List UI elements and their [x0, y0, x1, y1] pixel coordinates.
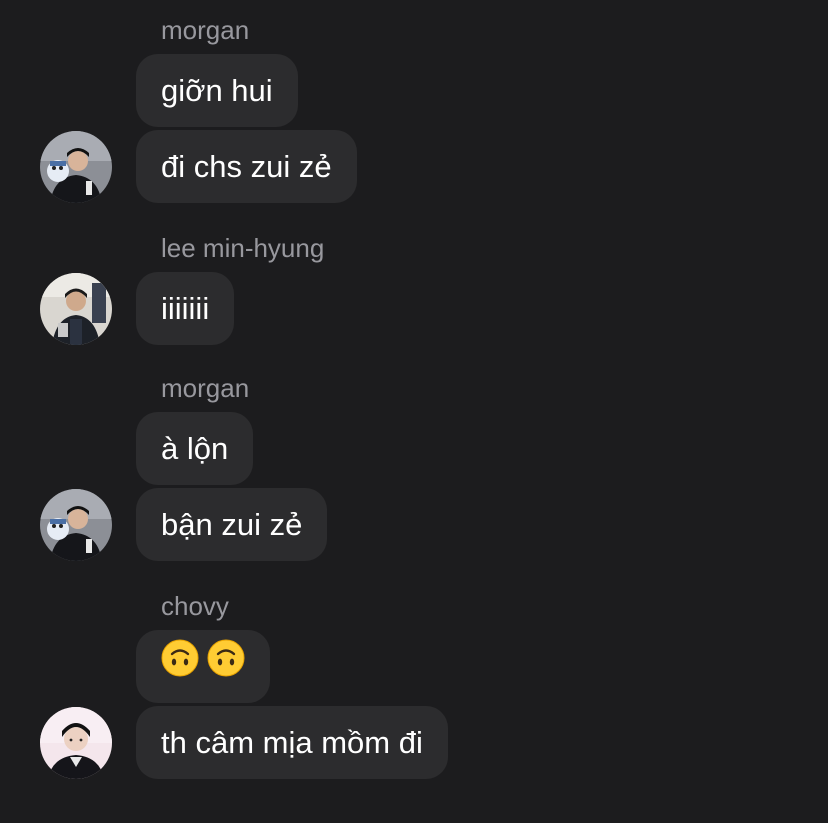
avatar-photo: [40, 131, 112, 203]
message-text: bận zui zẻ: [161, 507, 303, 542]
avatar[interactable]: [40, 489, 112, 561]
message-bubble-emoji[interactable]: [136, 630, 270, 703]
upside-down-face-icon: [207, 630, 245, 703]
avatar-photo: [40, 273, 112, 345]
message-bubble[interactable]: giỡn hui: [136, 54, 298, 127]
message-bubble[interactable]: bận zui zẻ: [136, 488, 328, 561]
avatar[interactable]: [40, 707, 112, 779]
upside-down-face-icon: [161, 630, 199, 703]
message-text: iiiiiii: [161, 291, 210, 326]
sender-name: lee min-hyung: [161, 233, 325, 263]
avatar-photo: [40, 489, 112, 561]
message-text: giỡn hui: [161, 73, 273, 108]
message-bubble[interactable]: à lộn: [136, 412, 254, 485]
sender-name: chovy: [161, 591, 229, 621]
message-bubble[interactable]: đi chs zui zẻ: [136, 130, 357, 203]
message-bubble[interactable]: th câm mịa mồm đi: [136, 706, 448, 779]
message-text: à lộn: [161, 431, 229, 466]
avatar[interactable]: [40, 131, 112, 203]
message-text: đi chs zui zẻ: [161, 149, 332, 184]
avatar[interactable]: [40, 273, 112, 345]
sender-name: morgan: [161, 373, 250, 403]
message-bubble[interactable]: iiiiiii: [136, 272, 235, 345]
avatar-photo: [40, 707, 112, 779]
message-text: th câm mịa mồm đi: [161, 725, 423, 760]
sender-name: morgan: [161, 15, 250, 45]
